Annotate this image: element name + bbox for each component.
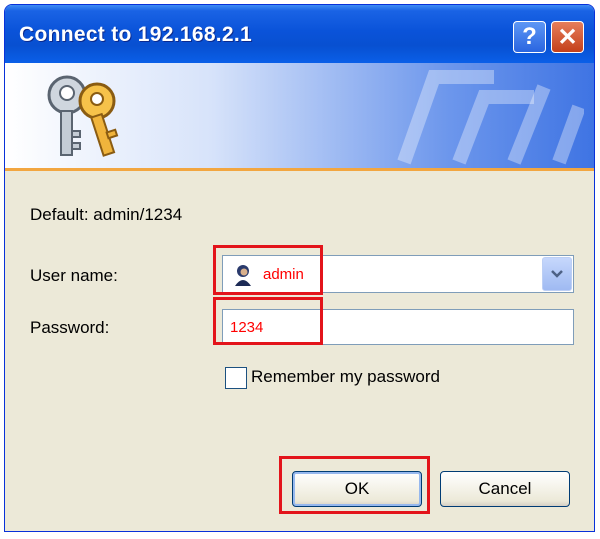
ok-button-label: OK: [344, 479, 370, 498]
cancel-button[interactable]: Cancel: [440, 471, 570, 507]
ok-button[interactable]: OK: [292, 471, 422, 507]
password-value[interactable]: 1234: [230, 319, 263, 336]
remember-password-label[interactable]: Remember my password: [251, 367, 440, 387]
title-bar[interactable]: Connect to 192.168.2.1 ? ✕: [5, 5, 594, 63]
dialog-title: Connect to 192.168.2.1: [19, 23, 253, 46]
password-label: Password:: [30, 318, 110, 337]
banner-decoration: [397, 70, 584, 165]
close-button[interactable]: ✕: [551, 21, 584, 53]
help-button[interactable]: ?: [513, 21, 546, 53]
username-label: User name:: [30, 266, 118, 285]
user-icon: [235, 265, 251, 286]
close-icon: ✕: [557, 23, 578, 51]
username-value[interactable]: admin: [263, 266, 304, 283]
keys-icon: [47, 75, 119, 157]
username-combobox[interactable]: admin: [222, 255, 574, 293]
dialog-banner: [5, 63, 594, 171]
chevron-down-icon: [551, 270, 563, 278]
remember-password-checkbox[interactable]: [225, 367, 247, 389]
username-dropdown-button[interactable]: [542, 257, 572, 291]
cancel-button-label: Cancel: [478, 479, 532, 498]
default-credentials-hint: Default: admin/1234: [30, 205, 183, 224]
login-dialog: Connect to 192.168.2.1 ? ✕ Default: admi…: [4, 4, 595, 532]
help-icon: ?: [522, 23, 537, 50]
password-field[interactable]: 1234: [222, 309, 574, 345]
